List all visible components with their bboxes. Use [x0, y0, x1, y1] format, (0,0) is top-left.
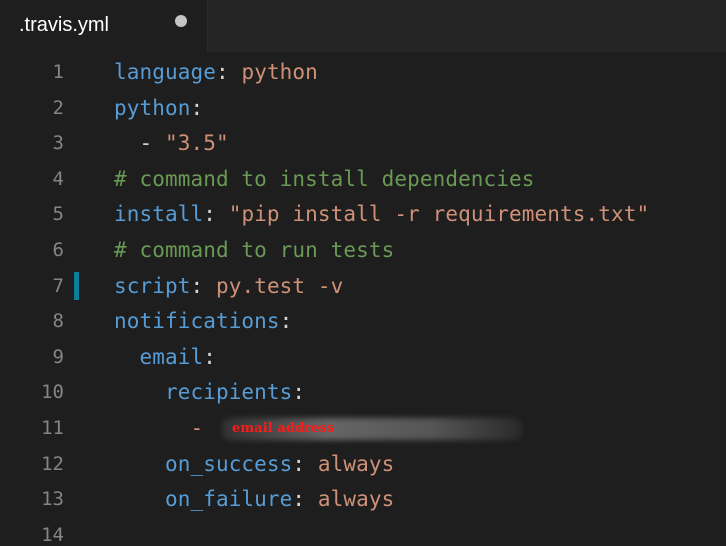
modified-line-indicator [74, 271, 79, 300]
line-number: 10 [41, 381, 64, 404]
code-line[interactable]: 13 on_failure: always [0, 481, 726, 517]
code-line[interactable]: 9 email: [0, 339, 726, 375]
code-token: : [292, 451, 318, 476]
code-line[interactable]: 1 language: python [0, 54, 726, 90]
line-number: 7 [52, 274, 64, 297]
code-text: - "3.5" [114, 125, 229, 161]
code-text: recipients: [114, 374, 305, 410]
code-token: : [292, 380, 306, 405]
line-number: 13 [41, 488, 64, 511]
code-token: : [215, 60, 242, 84]
code-token: recipients [114, 380, 293, 405]
code-line[interactable]: 7 script: py.test -v [0, 268, 726, 304]
tab-travis-yml[interactable]: .travis.yml [0, 0, 208, 52]
code-token: # command to run tests [114, 238, 395, 262]
line-number: 2 [52, 96, 64, 119]
code-line[interactable]: 11 - email address [0, 410, 726, 446]
code-text: install: "pip install -r requirements.tx… [114, 196, 649, 232]
code-line[interactable]: 3 - "3.5" [0, 125, 726, 161]
code-token: : [190, 273, 216, 298]
code-token: on_success [114, 451, 293, 476]
code-token: notifications [114, 309, 280, 334]
code-text: script: py.test -v [114, 268, 343, 304]
code-token: always [317, 487, 395, 512]
code-text: language: python [114, 54, 318, 90]
code-token: : [292, 487, 318, 512]
code-editor[interactable]: 1 language: python 2 python: 3 - "3.5" 4 # com… [0, 52, 726, 546]
code-token: - [114, 416, 216, 440]
unsaved-dot-icon[interactable] [175, 15, 187, 27]
code-token: : [203, 344, 216, 369]
code-token: # command to install dependencies [114, 166, 535, 191]
code-text: on_failure: always [114, 481, 394, 517]
code-text: # command to run tests [114, 232, 394, 268]
code-token: script [114, 273, 191, 298]
code-token: : [190, 95, 204, 120]
code-token: email [114, 344, 204, 369]
code-text: email: [114, 339, 216, 375]
code-text: # command to install dependencies [114, 161, 535, 197]
code-text: on_success: always [114, 446, 394, 482]
tab-filename: .travis.yml [19, 14, 109, 36]
code-token: : [203, 202, 229, 227]
code-line[interactable]: 6 # command to run tests [0, 232, 726, 268]
redacted-email: email address [221, 418, 522, 440]
code-token: py.test -v [215, 273, 344, 298]
code-token: python [241, 60, 318, 84]
line-number: 4 [52, 167, 64, 190]
line-number: 14 [41, 523, 64, 546]
redaction-label: email address [231, 421, 335, 436]
code-text: python: [114, 90, 203, 126]
code-token: install [114, 202, 204, 227]
line-number: 8 [52, 310, 64, 333]
code-line[interactable]: 2 python: [0, 90, 726, 126]
code-line[interactable]: 4 # command to install dependencies [0, 161, 726, 197]
line-number: 11 [41, 417, 64, 439]
line-number: 6 [52, 239, 64, 261]
code-text: - email address [114, 410, 522, 446]
code-token: - [114, 131, 165, 156]
code-token: "3.5" [164, 131, 229, 156]
line-number: 9 [52, 345, 64, 368]
editor-window: .travis.yml 1 language: python 2 python: 3 -… [0, 0, 726, 546]
code-line[interactable]: 14 [0, 517, 726, 546]
code-line[interactable]: 12 on_success: always [0, 446, 726, 482]
line-number: 5 [52, 203, 64, 226]
code-token: on_failure [114, 487, 293, 512]
code-line[interactable]: 8 notifications: [0, 303, 726, 339]
line-number: 1 [52, 61, 64, 83]
line-number: 3 [52, 132, 64, 155]
code-token: python [114, 95, 191, 120]
code-token: : [279, 309, 293, 334]
tab-bar: .travis.yml [0, 0, 726, 53]
code-text: notifications: [114, 303, 292, 339]
code-token: always [317, 451, 395, 476]
code-token: "pip install -r requirements.txt" [228, 202, 650, 227]
code-token: language [114, 60, 216, 84]
line-number: 12 [41, 452, 64, 475]
code-line[interactable]: 5 install: "pip install -r requirements.t… [0, 196, 726, 232]
code-line[interactable]: 10 recipients: [0, 374, 726, 410]
